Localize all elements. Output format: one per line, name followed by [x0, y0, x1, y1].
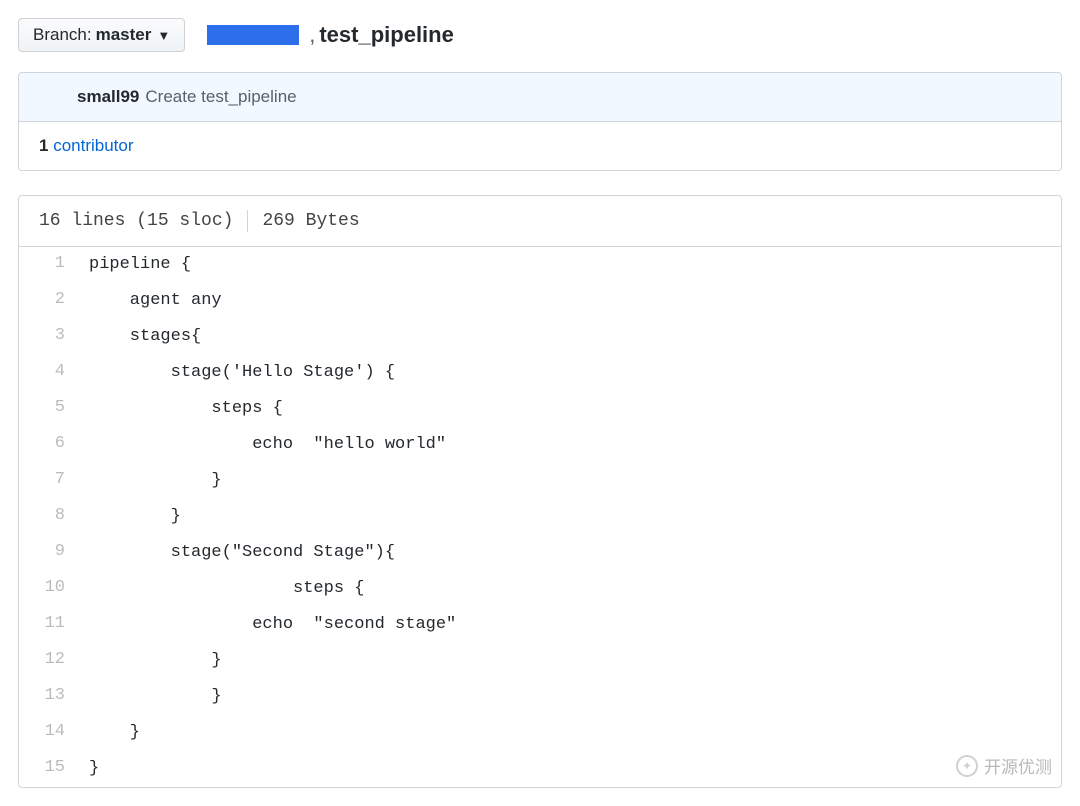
code-line: 14 }	[19, 715, 1061, 751]
code-line: 1pipeline {	[19, 247, 1061, 283]
line-number[interactable]: 1	[19, 247, 79, 283]
code-cell: }	[79, 463, 1061, 499]
code-line: 10 steps {	[19, 571, 1061, 607]
code-line: 11 echo "second stage"	[19, 607, 1061, 643]
code-line: 7 }	[19, 463, 1061, 499]
line-number[interactable]: 7	[19, 463, 79, 499]
code-line: 5 steps {	[19, 391, 1061, 427]
code-line: 2 agent any	[19, 283, 1061, 319]
contributors-link[interactable]: contributor	[53, 136, 133, 155]
code-cell: pipeline {	[79, 247, 1061, 283]
contributors-bar[interactable]: 1 contributor	[19, 122, 1061, 170]
commit-box: small99 Create test_pipeline 1 contribut…	[18, 72, 1062, 171]
breadcrumb-file: test_pipeline	[319, 22, 453, 48]
line-number[interactable]: 4	[19, 355, 79, 391]
line-number[interactable]: 9	[19, 535, 79, 571]
code-cell: stage("Second Stage"){	[79, 535, 1061, 571]
code-cell: }	[79, 499, 1061, 535]
breadcrumb-repo-redacted	[207, 25, 299, 45]
line-number[interactable]: 12	[19, 643, 79, 679]
code-table: 1pipeline {2 agent any3 stages{4 stage('…	[19, 247, 1061, 787]
commit-message: Create test_pipeline	[145, 87, 296, 107]
file-bytes: 269 Bytes	[262, 211, 359, 231]
code-line: 13 }	[19, 679, 1061, 715]
file-box: 16 lines (15 sloc) 269 Bytes 1pipeline {…	[18, 195, 1062, 788]
caret-down-icon: ▼	[157, 28, 170, 43]
branch-value: master	[96, 25, 152, 45]
code-cell: steps {	[79, 391, 1061, 427]
wechat-icon: ✦	[956, 755, 978, 777]
code-cell: }	[79, 643, 1061, 679]
code-line: 6 echo "hello world"	[19, 427, 1061, 463]
line-number[interactable]: 10	[19, 571, 79, 607]
file-info-divider	[247, 210, 248, 232]
branch-label: Branch:	[33, 25, 92, 45]
contributors-count: 1	[39, 136, 48, 155]
line-number[interactable]: 14	[19, 715, 79, 751]
breadcrumb-separator: ,	[309, 22, 315, 48]
code-line: 3 stages{	[19, 319, 1061, 355]
file-info-bar: 16 lines (15 sloc) 269 Bytes	[19, 196, 1061, 247]
code-line: 9 stage("Second Stage"){	[19, 535, 1061, 571]
branch-select-button[interactable]: Branch: master ▼	[18, 18, 185, 52]
line-number[interactable]: 5	[19, 391, 79, 427]
code-cell: echo "hello world"	[79, 427, 1061, 463]
line-number[interactable]: 15	[19, 751, 79, 787]
watermark-text: 开源优测	[984, 753, 1052, 778]
code-cell: }	[79, 751, 1061, 787]
code-line: 12 }	[19, 643, 1061, 679]
commit-bar[interactable]: small99 Create test_pipeline	[19, 73, 1061, 122]
code-cell: stage('Hello Stage') {	[79, 355, 1061, 391]
line-number[interactable]: 8	[19, 499, 79, 535]
line-number[interactable]: 2	[19, 283, 79, 319]
code-cell: agent any	[79, 283, 1061, 319]
code-line: 15}	[19, 751, 1061, 787]
watermark: ✦ 开源优测	[956, 753, 1052, 778]
code-line: 4 stage('Hello Stage') {	[19, 355, 1061, 391]
code-line: 8 }	[19, 499, 1061, 535]
code-cell: }	[79, 679, 1061, 715]
file-lines-sloc: 16 lines (15 sloc)	[39, 211, 233, 231]
code-cell: }	[79, 715, 1061, 751]
line-number[interactable]: 13	[19, 679, 79, 715]
line-number[interactable]: 3	[19, 319, 79, 355]
code-cell: steps {	[79, 571, 1061, 607]
code-cell: echo "second stage"	[79, 607, 1061, 643]
commit-author[interactable]: small99	[77, 87, 139, 107]
line-number[interactable]: 11	[19, 607, 79, 643]
code-cell: stages{	[79, 319, 1061, 355]
breadcrumb: , test_pipeline	[201, 22, 454, 48]
line-number[interactable]: 6	[19, 427, 79, 463]
